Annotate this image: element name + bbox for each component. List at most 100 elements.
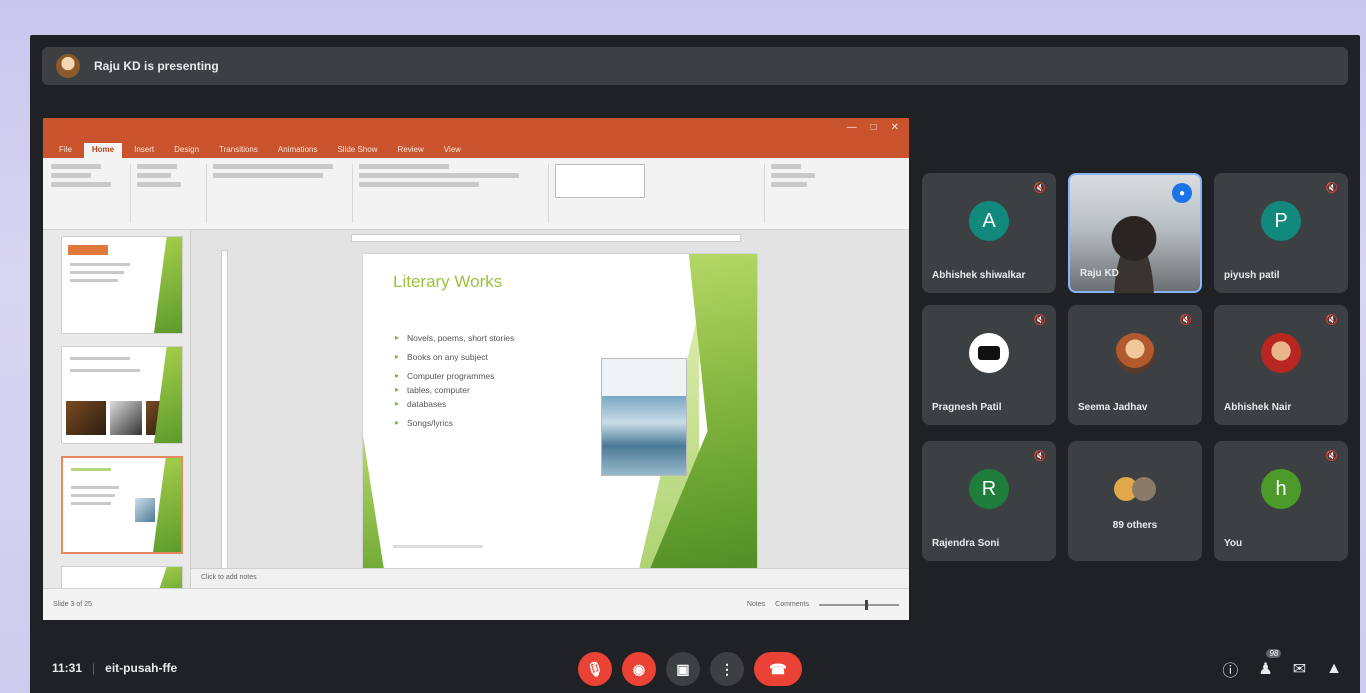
- participant-tile[interactable]: 🔇 A Abhishek shiwalkar: [922, 173, 1056, 293]
- ribbon-tab: File: [59, 145, 72, 154]
- powerpoint-titlebar: — □ ✕: [43, 118, 909, 140]
- participant-name: Abhishek shiwalkar: [932, 270, 1026, 281]
- phone-hangup-icon: ☎: [769, 660, 787, 677]
- call-controls: 🎙 ◉ ▣ ⋮ ☎: [578, 652, 802, 686]
- camera-off-button[interactable]: ◉: [622, 652, 656, 686]
- chat-icon[interactable]: ✉: [1293, 659, 1306, 679]
- participant-tile[interactable]: 🔇 P piyush patil: [1214, 173, 1348, 293]
- participant-grid: 🔇 A Abhishek shiwalkar ● Raju KD 🔇 P piy…: [922, 173, 1348, 565]
- ribbon-group-drawing: [555, 164, 765, 223]
- people-icon[interactable]: ♟ 98: [1258, 649, 1282, 679]
- avatar: A: [969, 201, 1009, 241]
- bullet-item: tables, computer: [395, 384, 514, 396]
- presenter-text: Raju KD is presenting: [94, 59, 219, 73]
- meet-window: Raju KD is presenting — □ ✕ File Home In…: [30, 35, 1360, 693]
- presenter-banner: Raju KD is presenting: [42, 47, 1348, 85]
- mic-muted-icon: 🔇: [1325, 183, 1338, 194]
- book-cover-image: [601, 358, 687, 476]
- more-options-button[interactable]: ⋮: [710, 652, 744, 686]
- slide-thumbnail-selected: [61, 456, 183, 554]
- avatar: h: [1261, 469, 1301, 509]
- speaking-indicator-icon: ●: [1172, 183, 1192, 203]
- mic-muted-icon: 🔇: [1033, 183, 1046, 194]
- participant-name: Pragnesh Patil: [932, 402, 1002, 413]
- ribbon-tab: Transitions: [219, 145, 258, 154]
- mic-muted-icon: 🔇: [1033, 451, 1046, 462]
- ribbon-tab: Slide Show: [337, 145, 378, 154]
- slide-footer: [393, 545, 483, 548]
- present-button[interactable]: ▣: [666, 652, 700, 686]
- ribbon: [43, 158, 909, 230]
- meeting-info: 11:31 | eit-pusah-ffe: [52, 661, 177, 675]
- window-controls: — □ ✕: [847, 122, 899, 133]
- ruler-vertical: [221, 250, 228, 580]
- notes-pane: Click to add notes: [191, 568, 909, 588]
- comments-toggle: Comments: [775, 601, 809, 608]
- shapes-gallery: [555, 164, 645, 198]
- mic-off-icon: 🎙: [586, 660, 604, 677]
- participant-name: Abhishek Nair: [1224, 402, 1292, 413]
- more-vert-icon: ⋮: [720, 660, 734, 677]
- zoom-slider: [819, 599, 899, 610]
- bullet-item: databases: [395, 398, 514, 410]
- participant-name: You: [1224, 538, 1243, 549]
- close-icon: ✕: [890, 122, 899, 133]
- video-feed: [1106, 215, 1162, 293]
- avatar: [1261, 333, 1301, 373]
- ribbon-tab: View: [443, 145, 461, 154]
- participant-tile[interactable]: 🔇 Pragnesh Patil: [922, 305, 1056, 425]
- bullet-item: Computer programmes: [395, 370, 514, 382]
- info-icon[interactable]: ⓘ: [1222, 657, 1238, 681]
- avatar: R: [969, 469, 1009, 509]
- notes-toggle: Notes: [746, 601, 766, 608]
- current-slide: Literary Works Novels, poems, short stor…: [363, 254, 757, 576]
- mic-muted-icon: 🔇: [1179, 315, 1192, 326]
- people-count-badge: 98: [1266, 649, 1282, 658]
- shared-screen: — □ ✕ File Home Insert Design Transition…: [43, 118, 909, 620]
- mic-muted-icon: 🔇: [1325, 315, 1338, 326]
- ruler-horizontal: [351, 234, 741, 242]
- ribbon-group-font: [213, 164, 353, 223]
- participant-tile[interactable]: 🔇 R Rajendra Soni: [922, 441, 1056, 561]
- participant-tile-speaking[interactable]: ● Raju KD: [1068, 173, 1202, 293]
- mic-off-button[interactable]: 🎙: [578, 652, 612, 686]
- bullet-item: Novels, poems, short stories: [395, 332, 514, 344]
- ribbon-group-clipboard: [51, 164, 131, 223]
- participant-tile-self[interactable]: 🔇 h You: [1214, 441, 1348, 561]
- ribbon-group-paragraph: [359, 164, 549, 223]
- ribbon-group-slides: [137, 164, 207, 223]
- slide-thumbnails: [43, 230, 191, 606]
- camera-off-icon: ◉: [632, 660, 646, 677]
- ribbon-tab-home: Home: [83, 143, 123, 158]
- slide-bullets: Novels, poems, short stories Books on an…: [395, 332, 514, 436]
- slide-title: Literary Works: [393, 272, 503, 291]
- minimize-icon: —: [846, 122, 857, 133]
- meeting-code: eit-pusah-ffe: [105, 661, 178, 675]
- ribbon-tab: Review: [397, 145, 424, 154]
- meet-toolbar: 11:31 | eit-pusah-ffe 🎙 ◉ ▣ ⋮ ☎ ⓘ ♟ 98 ✉ …: [30, 643, 1360, 693]
- bullet-item: Books on any subject: [395, 351, 514, 363]
- slide-canvas: Literary Works Novels, poems, short stor…: [191, 230, 909, 588]
- participant-tile[interactable]: 🔇 Seema Jadhav: [1068, 305, 1202, 425]
- slide-thumbnail: [61, 236, 183, 334]
- others-tile[interactable]: 89 others: [1068, 441, 1202, 561]
- powerpoint-statusbar: Slide 3 of 25 Notes Comments: [43, 588, 909, 620]
- group-avatars: [1111, 469, 1159, 509]
- avatar: P: [1261, 201, 1301, 241]
- participant-name: Raju KD: [1080, 268, 1119, 279]
- leave-call-button[interactable]: ☎: [754, 652, 802, 686]
- participant-name: piyush patil: [1224, 270, 1280, 281]
- ribbon-tab: Design: [174, 145, 200, 154]
- restore-icon: □: [870, 122, 877, 133]
- side-panel-controls: ⓘ ♟ 98 ✉ ▲: [1222, 649, 1342, 681]
- presenter-avatar: [56, 54, 80, 78]
- ribbon-group-editing: [771, 164, 861, 223]
- slide-counter: Slide 3 of 25: [53, 601, 92, 608]
- avatar: [969, 333, 1009, 373]
- participant-tile[interactable]: 🔇 Abhishek Nair: [1214, 305, 1348, 425]
- participant-name: Seema Jadhav: [1078, 402, 1148, 413]
- powerpoint-body: Literary Works Novels, poems, short stor…: [43, 230, 909, 606]
- activities-icon[interactable]: ▲: [1326, 660, 1342, 678]
- ribbon-tabs: File Home Insert Design Transitions Anim…: [43, 140, 909, 158]
- avatar: [1115, 333, 1155, 373]
